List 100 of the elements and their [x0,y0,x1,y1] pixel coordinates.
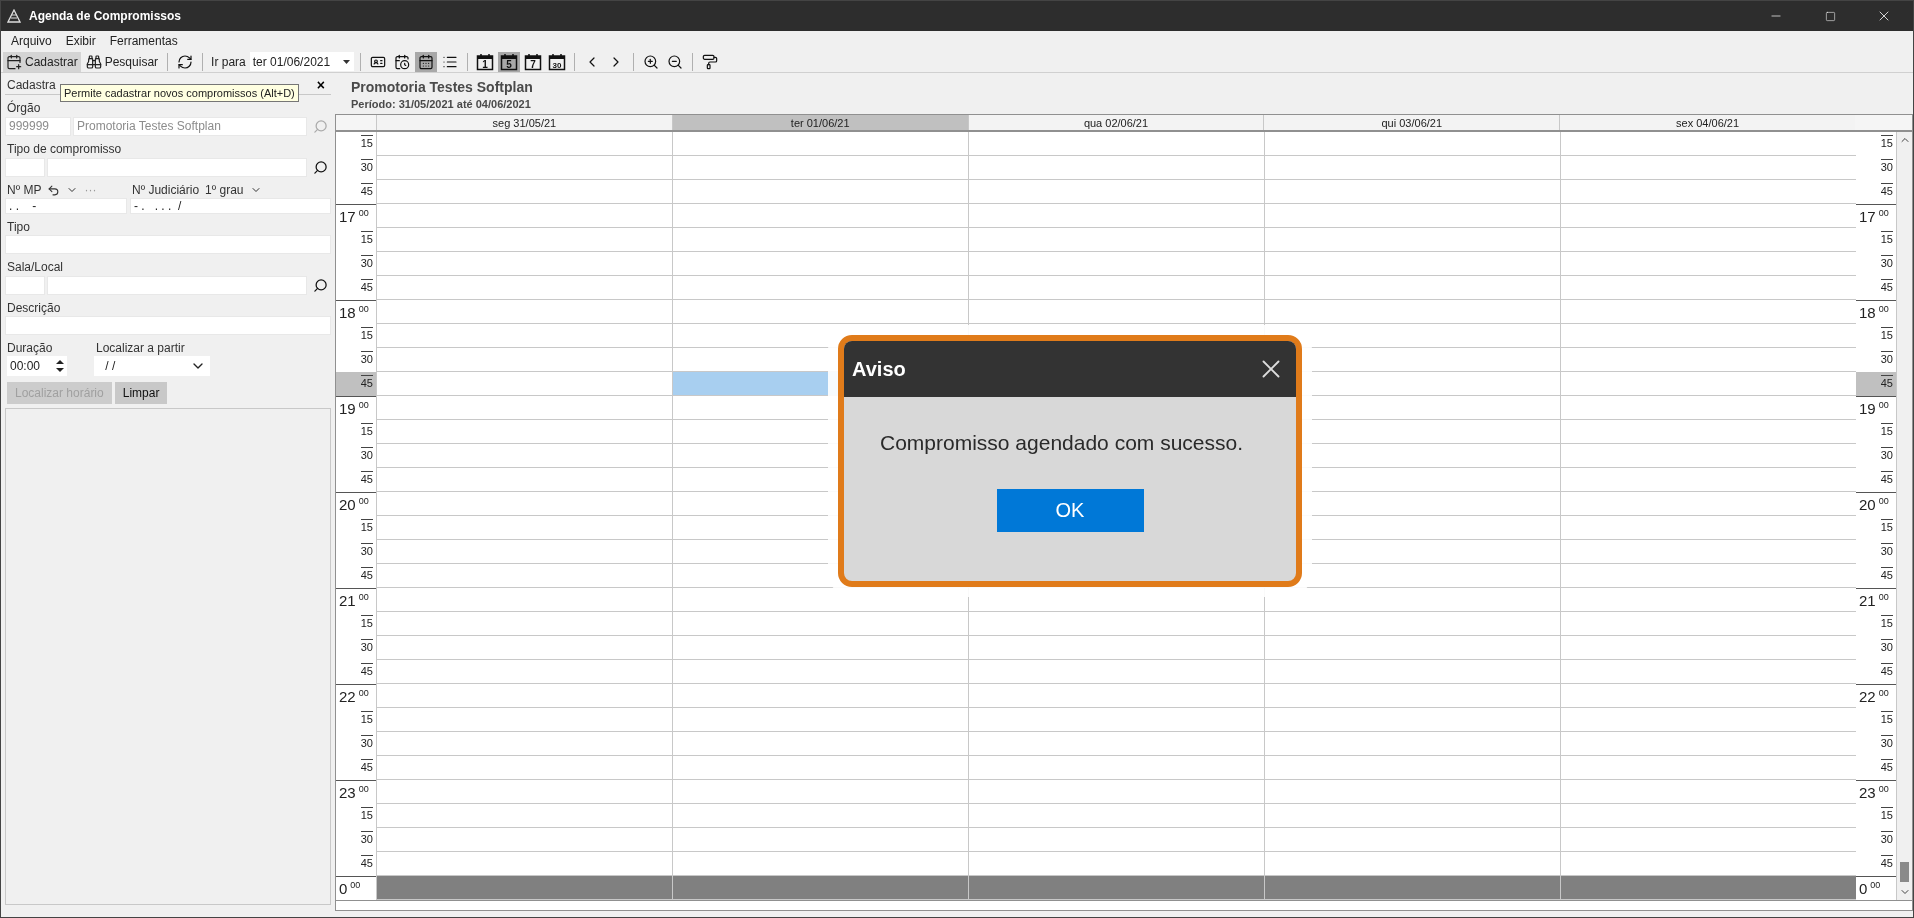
minute-label: 00 [358,208,369,218]
input-field[interactable]: . . - [5,198,127,214]
minute-label: 15 [1880,423,1893,438]
minute-label: 45 [360,855,373,870]
minute-label: 30 [1880,447,1893,462]
menu-item[interactable]: Exibir [59,32,102,50]
tooltip: Permite cadastrar novos compromissos (Alt+D) [60,84,299,102]
hour-label: 21 [339,592,356,609]
calendar-title: Promotoria Testes Softplan [351,79,534,95]
toolbar-button[interactable]: 5 [497,51,520,72]
minute-label: 45 [360,567,373,582]
hour-label: 21 [1859,592,1876,609]
minute-label: 30 [1880,831,1893,846]
zoom-in-icon [642,53,659,70]
form-button[interactable]: Limpar [114,382,168,404]
date-dropdown[interactable]: / / [94,356,210,376]
minute-label: 30 [1880,543,1893,558]
instance-value: 1º grau [205,183,244,197]
minute-label: 30 [1880,351,1893,366]
field-label: Tipo [7,220,31,234]
input-field[interactable]: - . . . . / [130,198,331,214]
scrollbar[interactable] [1896,132,1912,900]
hour-label: 18 [339,304,356,321]
minute-label: 15 [360,519,373,534]
calendar-plus-icon [6,53,22,70]
undo-button[interactable] [47,183,61,197]
hour-label: 20 [339,496,356,513]
minute-label: 30 [360,735,373,750]
dialog-message: Compromisso agendado com sucesso. [880,431,1244,455]
scroll-thumb[interactable] [1900,862,1909,882]
minute-label: 45 [1880,759,1893,774]
minute-label: 45 [1880,279,1893,294]
dialog-title: Aviso [852,357,906,381]
field-label: Descrição [7,301,62,315]
minute-label: 15 [360,231,373,246]
panel-title: Cadastra [7,77,56,92]
hour-label: 19 [1859,400,1876,417]
date-combo[interactable]: ter 01/06/2021 [249,52,354,71]
minute-label: 30 [360,639,373,654]
hour-label: 20 [1859,496,1876,513]
hour-label: 17 [1859,208,1876,225]
day-header[interactable]: sex 04/06/21 [1559,115,1855,130]
toolbar-button[interactable]: 1 [473,51,496,72]
minute-label: 30 [1880,159,1893,174]
minute-label: 15 [1880,231,1893,246]
hour-label: 18 [1859,304,1876,321]
minute-label: 45 [360,663,373,678]
toolbar-button[interactable]: Pesquisar [82,51,162,72]
ok-button[interactable]: OK [996,489,1144,532]
minute-label: 15 [360,135,373,150]
field-label: Localizar a partir [96,341,186,355]
minute-label: 45 [1880,855,1893,870]
hour-label: 17 [339,208,356,225]
minute-label: 30 [360,351,373,366]
minute-label: 45 [1880,567,1893,582]
minute-label: 15 [1880,807,1893,822]
minute-label: 15 [1880,135,1893,150]
minute-label: 00 [358,304,369,314]
minute-label: 45 [360,375,373,390]
minute-label: 15 [1880,519,1893,534]
day-header[interactable]: qua 02/06/21 [967,115,1264,130]
refresh-icon [177,53,194,70]
field-label: Tipo de compromisso [7,142,123,156]
instance-dropdown[interactable]: 1º grau [205,183,262,197]
minute-label: 45 [360,471,373,486]
binoculars-icon [85,53,102,70]
toolbar-button[interactable]: Cadastrar [3,51,81,72]
toolbar-button[interactable] [414,51,437,72]
day-header[interactable]: ter 01/06/21 [671,115,968,130]
minute-label: 00 [1878,304,1889,314]
hour-label: 23 [1859,784,1876,801]
maximize-icon [1824,10,1836,22]
menu-item[interactable]: Arquivo [5,32,58,50]
field-label: Sala/Local [7,260,65,274]
close-button[interactable]: × [316,76,325,93]
minute-label: 15 [1880,327,1893,342]
minute-label: 00 [1878,688,1889,698]
undo-icon [47,183,61,197]
minute-label: 15 [360,807,373,822]
menu-item[interactable]: Ferramentas [103,32,184,50]
duration-field[interactable]: 00:00 [7,356,67,376]
minute-label: 00 [358,592,369,602]
minute-label: 30 [1880,639,1893,654]
hour-label: 0 [1859,880,1868,897]
field-label: Nº MP [7,183,42,197]
minute-label: 00 [358,400,369,410]
toolbar-button[interactable]: 30 [545,51,568,72]
minute-label: 45 [1880,471,1893,486]
day-header[interactable]: qui 03/06/21 [1263,115,1560,130]
minute-label: 15 [360,615,373,630]
field-label: Duração [7,341,54,355]
minute-label: 15 [1880,615,1893,630]
minute-label: 30 [360,543,373,558]
day-header[interactable]: seg 31/05/21 [376,115,672,130]
minute-label: 00 [1878,496,1889,506]
toolbar-button[interactable]: 7 [521,51,544,72]
minute-label: 00 [358,688,369,698]
minute-label: 45 [1880,183,1893,198]
minute-label: 30 [360,159,373,174]
spinner-icon[interactable] [56,359,64,373]
